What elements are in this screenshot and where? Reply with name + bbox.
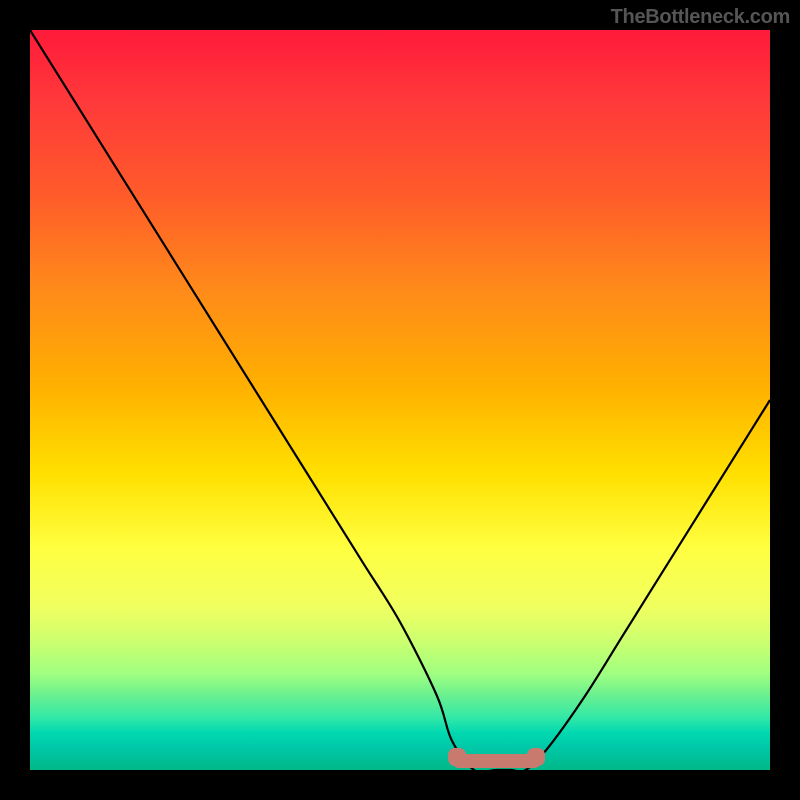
watermark-label: TheBottleneck.com (611, 6, 790, 29)
flat-region-marker-left (448, 748, 466, 766)
flat-region-marker-right (527, 748, 545, 766)
bottleneck-curve (30, 30, 770, 770)
chart-container: TheBottleneck.com (0, 0, 800, 800)
plot-area (30, 30, 770, 770)
